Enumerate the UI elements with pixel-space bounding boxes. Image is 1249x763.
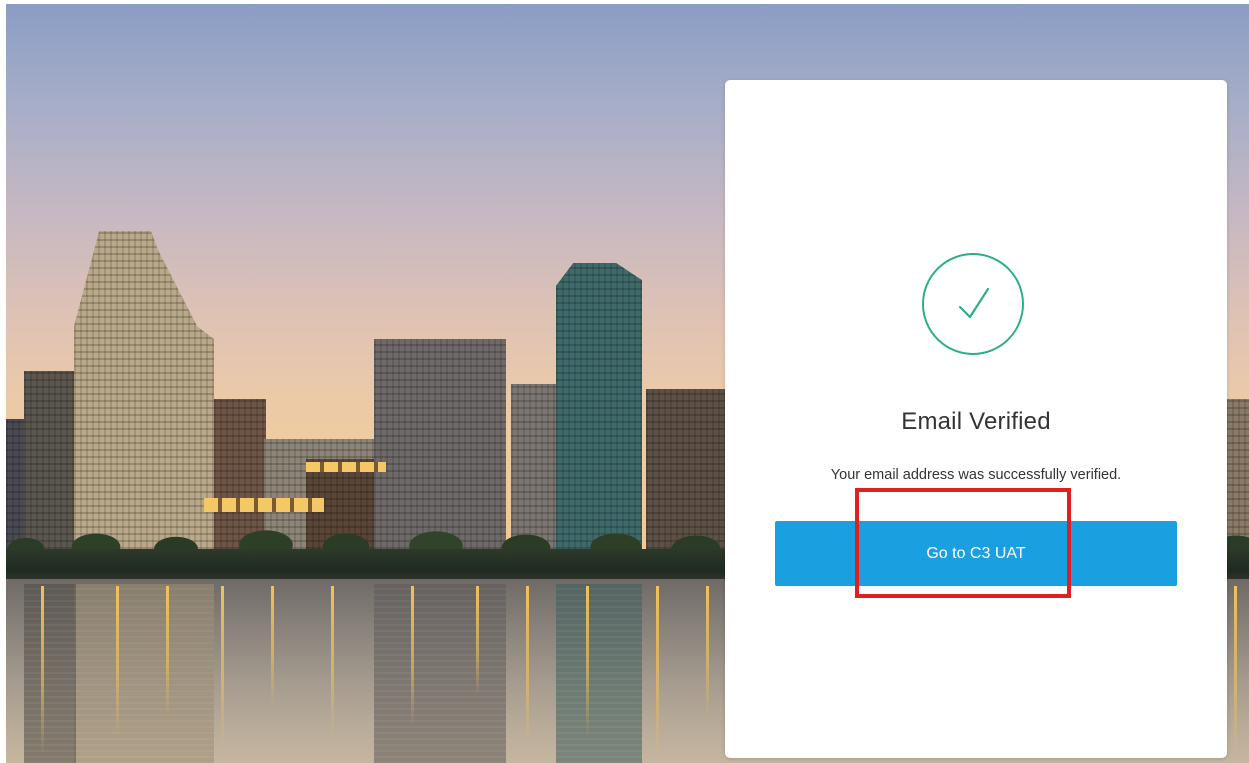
light-reflection [411, 586, 414, 726]
reflection-tower [74, 584, 214, 763]
light-reflection [476, 586, 479, 696]
light-reflection [271, 586, 274, 706]
building-grey-tall [374, 339, 506, 549]
light-reflection [221, 586, 224, 746]
light-reflection [526, 586, 529, 746]
checkmark-circle-icon [922, 253, 1024, 355]
light-reflection [331, 586, 334, 736]
screen: Email Verified Your email address was su… [6, 4, 1249, 763]
reflection-left [24, 584, 76, 763]
checkmark-icon [958, 287, 990, 319]
verification-message: Your email address was successfully veri… [830, 467, 1122, 483]
reflection-grey [374, 584, 506, 763]
light-reflection [1234, 586, 1237, 756]
light-reflection [586, 586, 589, 736]
go-to-app-button[interactable]: Go to C3 UAT [775, 521, 1177, 586]
page-title: Email Verified [901, 408, 1051, 435]
light-reflection [41, 586, 44, 756]
verification-card: Email Verified Your email address was su… [725, 80, 1227, 758]
light-reflection [656, 586, 659, 756]
lit-windows-row-2 [306, 462, 386, 472]
building-glass-tower [556, 263, 642, 549]
light-reflection [706, 586, 709, 716]
light-reflection [166, 586, 169, 716]
light-reflection [116, 586, 119, 736]
lit-windows-row [204, 498, 324, 512]
reflection-glass [556, 584, 642, 763]
